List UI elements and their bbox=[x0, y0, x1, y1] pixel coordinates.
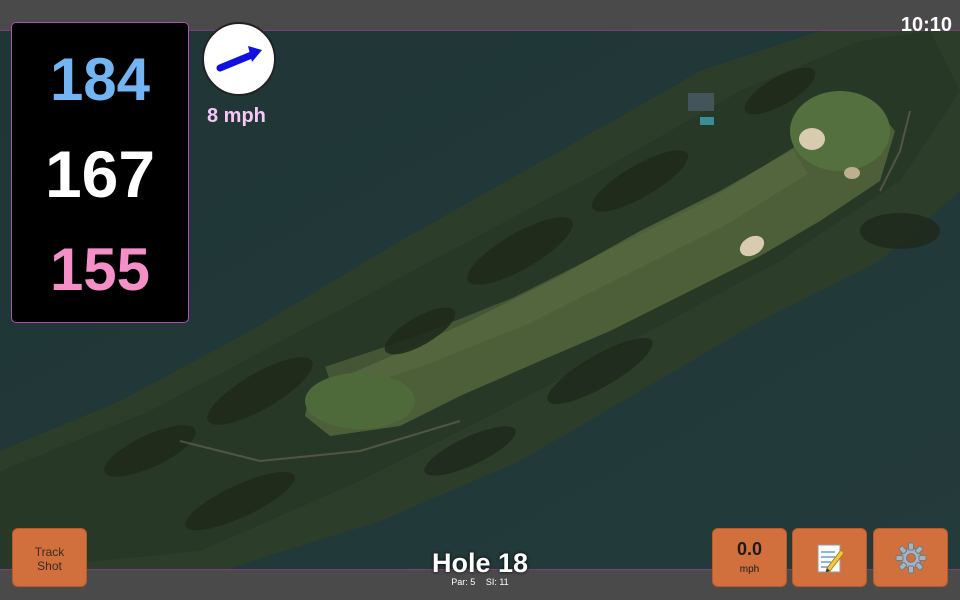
par-label: Par: 5 bbox=[451, 577, 476, 587]
notepad-icon bbox=[817, 544, 845, 573]
scorecard-notes-button[interactable] bbox=[792, 528, 867, 587]
settings-button[interactable] bbox=[873, 528, 948, 587]
stroke-index-label: SI: 11 bbox=[485, 577, 509, 587]
middle-of-green-distance: 167 bbox=[44, 137, 156, 211]
gear-icon bbox=[895, 542, 926, 573]
wind-arrow-icon bbox=[216, 46, 262, 72]
back-of-green-distance: 184 bbox=[49, 46, 151, 113]
swing-speed-button[interactable]: 0.0 mph bbox=[712, 528, 787, 587]
hole-title: Hole 18 bbox=[431, 548, 529, 578]
distance-panel: 184 167 155 bbox=[11, 22, 189, 323]
speed-unit: mph bbox=[739, 564, 760, 575]
clock: 10:10 bbox=[900, 14, 952, 36]
wind-direction-dial bbox=[202, 22, 276, 96]
hole-info: Par: 5 SI: 11 bbox=[380, 577, 580, 587]
front-of-green-distance: 155 bbox=[49, 236, 151, 303]
track-shot-label: Track Shot bbox=[34, 545, 65, 573]
wind-speed-label: 8 mph bbox=[207, 105, 266, 127]
speed-value: 0.0 bbox=[736, 539, 763, 559]
track-shot-button[interactable]: Track Shot bbox=[12, 528, 87, 587]
